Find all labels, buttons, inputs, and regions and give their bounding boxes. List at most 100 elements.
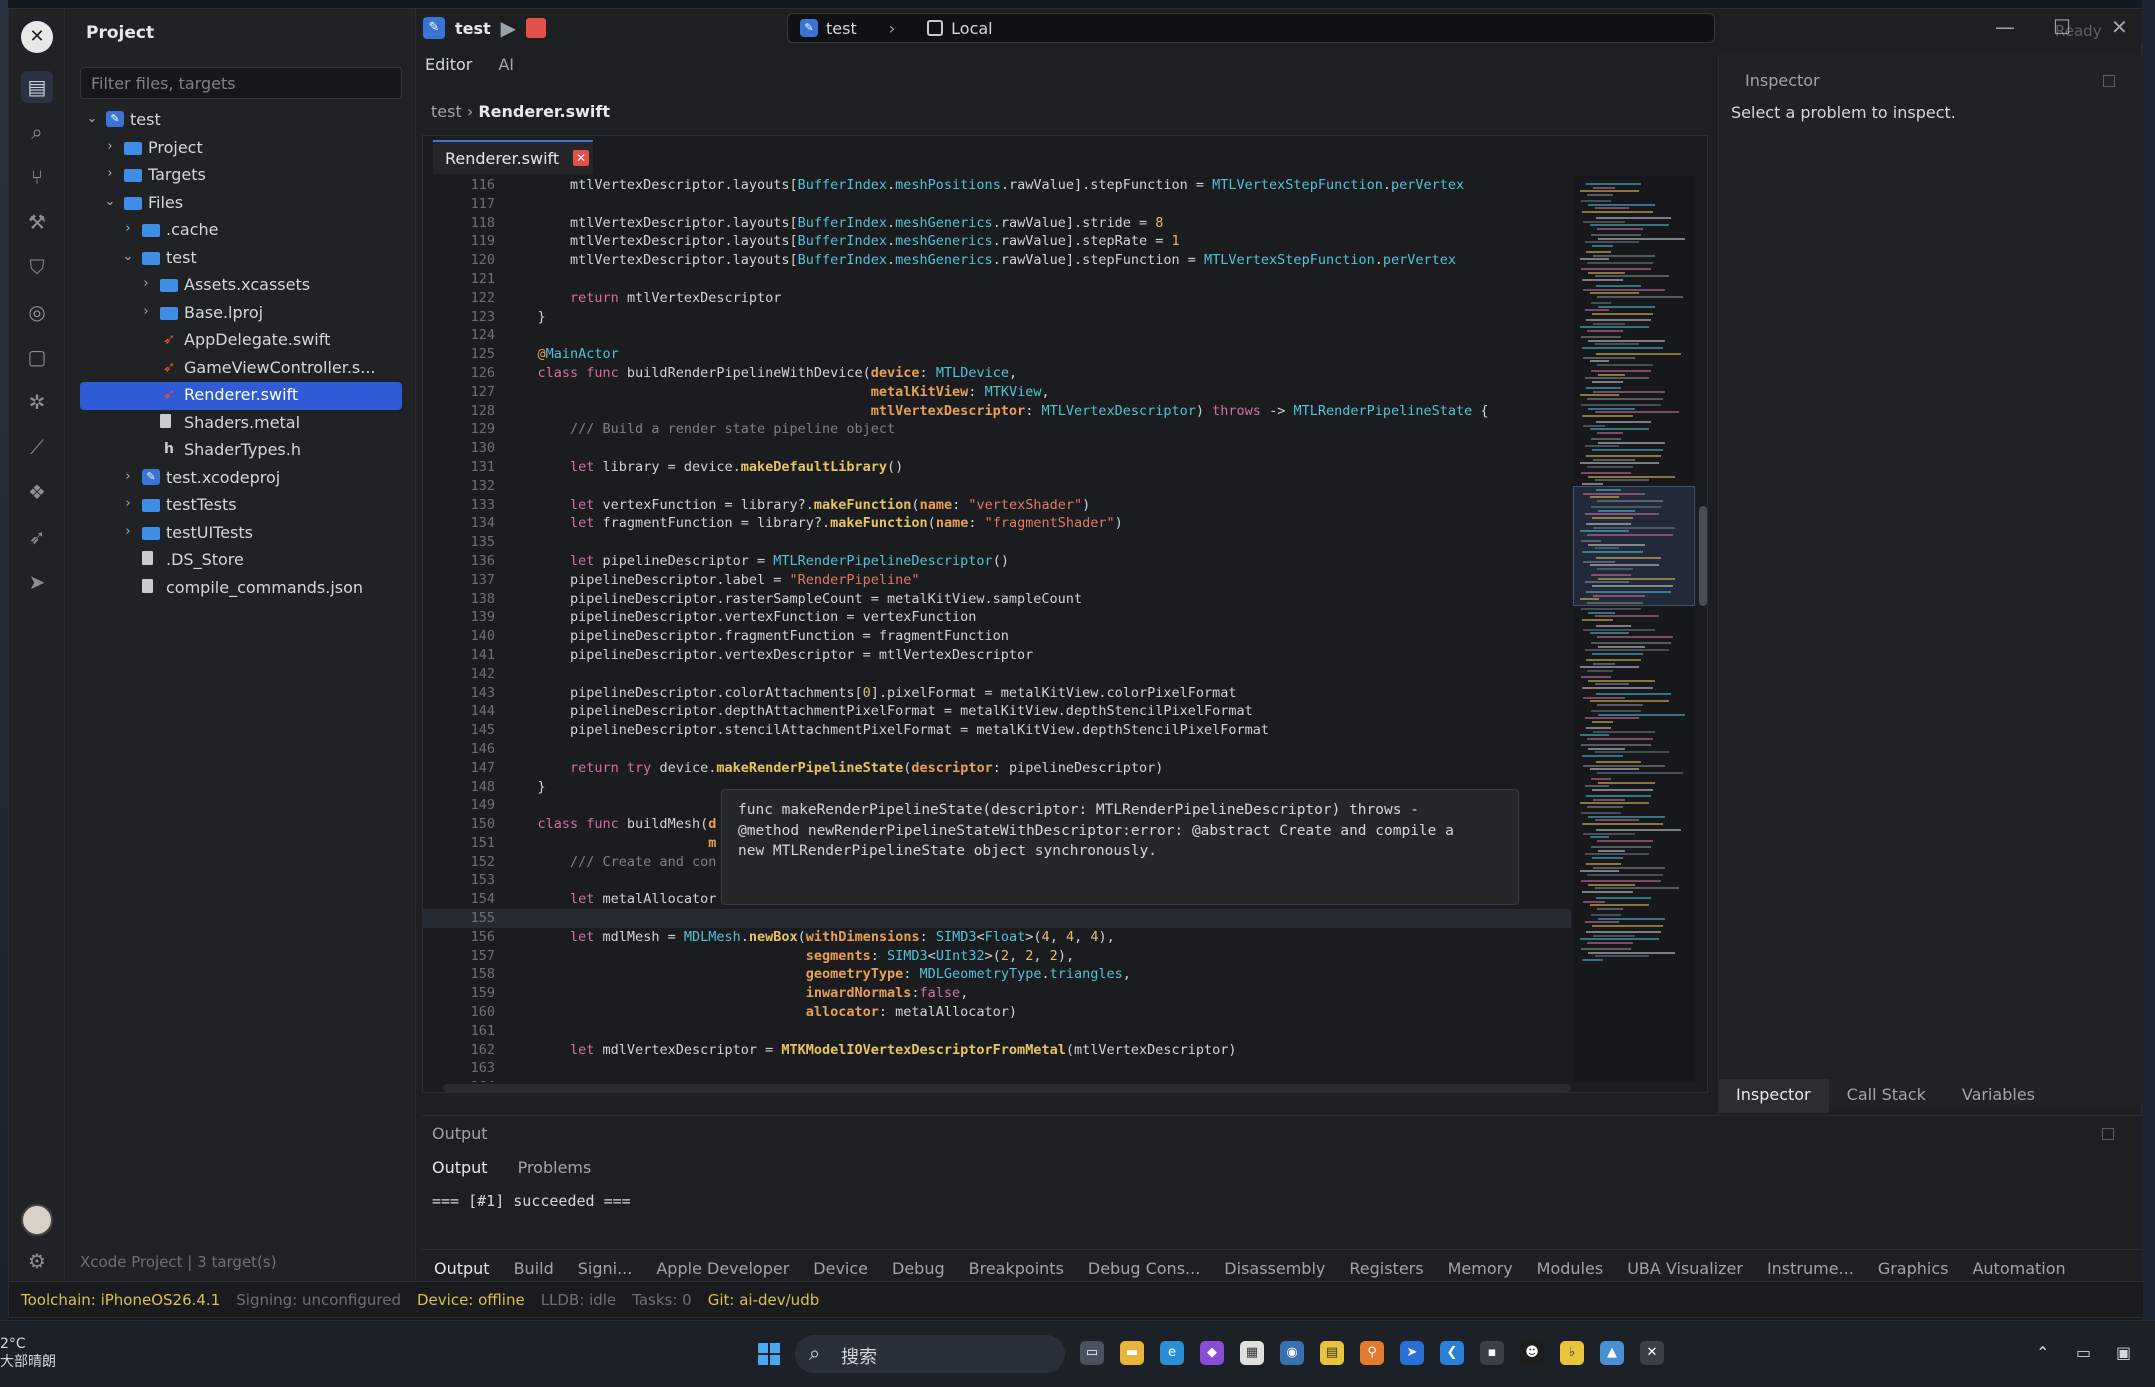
edge-browser-icon[interactable]: e — [1160, 1341, 1184, 1365]
code-line[interactable]: 138 pipelineDescriptor.rasterSampleCount… — [423, 590, 1571, 609]
tab-call-stack[interactable]: Call Stack — [1829, 1079, 1944, 1113]
gear-icon[interactable]: ⚙ — [21, 1249, 53, 1279]
breadcrumb-file[interactable]: Renderer.swift — [478, 102, 610, 121]
code-line[interactable]: 126 class func buildRenderPipelineWithDe… — [423, 364, 1571, 383]
tree-item[interactable]: › ✎ test.xcodeproj — [66, 465, 416, 493]
stop-button[interactable] — [526, 18, 547, 38]
chevron-down-icon[interactable]: ⌄ — [84, 111, 100, 126]
code-line[interactable]: 160 allocator: metalAllocator) — [423, 1003, 1571, 1022]
tree-item[interactable]: › Project — [66, 135, 416, 163]
bottom-tab-debug-cons[interactable]: Debug Cons... — [1076, 1250, 1212, 1285]
packages-icon[interactable]: ❖ — [21, 476, 53, 508]
tab-inspector[interactable]: Inspector — [1718, 1079, 1829, 1113]
bottom-tab-modules[interactable]: Modules — [1525, 1250, 1616, 1285]
collapse-panel-icon[interactable] — [2103, 75, 2115, 87]
code-line[interactable]: 116 mtlVertexDescriptor.layouts[BufferIn… — [423, 176, 1571, 195]
filter-input[interactable]: Filter files, targets — [80, 67, 402, 99]
code-line[interactable]: 158 geometryType: MDLGeometryType.triang… — [423, 965, 1571, 984]
code-line[interactable]: 118 mtlVertexDescriptor.layouts[BufferIn… — [423, 214, 1571, 233]
collapse-output-icon[interactable] — [2102, 1128, 2114, 1140]
tree-item[interactable]: › Assets.xcassets — [66, 272, 416, 300]
code-line[interactable]: 132 — [423, 477, 1571, 496]
bottom-tab-device[interactable]: Device — [801, 1250, 880, 1285]
run-destination-bar[interactable]: ✎ test › Local — [787, 13, 1715, 43]
bottom-tab-apple-developer[interactable]: Apple Developer — [644, 1250, 801, 1285]
tree-item[interactable]: › testUITests — [66, 520, 416, 548]
scrollbar-thumb[interactable] — [1699, 506, 1707, 606]
bottom-tab-memory[interactable]: Memory — [1436, 1250, 1525, 1285]
taskbar-search[interactable]: ⌕ 搜索 — [795, 1335, 1065, 1373]
code-line[interactable]: 128 mtlVertexDescriptor: MTLVertexDescri… — [423, 402, 1571, 421]
bottom-tab-automation[interactable]: Automation — [1960, 1250, 2077, 1285]
chevron-right-icon[interactable]: › — [102, 139, 118, 154]
source-control-icon[interactable]: ⑂ — [21, 161, 53, 193]
chevron-right-icon[interactable]: › — [120, 496, 136, 511]
code-line[interactable]: 159 inwardNormals:false, — [423, 984, 1571, 1003]
tree-item[interactable]: ➶ AppDelegate.swift — [66, 327, 416, 355]
store-icon[interactable]: ▦ — [1240, 1341, 1264, 1365]
code-line[interactable]: 141 pipelineDescriptor.vertexDescriptor … — [423, 646, 1571, 665]
chevron-right-icon[interactable]: › — [120, 469, 136, 484]
tab-editor[interactable]: Editor — [425, 55, 472, 74]
tree-item[interactable]: Shaders.metal — [66, 410, 416, 438]
horizontal-scrollbar[interactable] — [443, 1084, 1571, 1092]
tree-item[interactable]: h ShaderTypes.h — [66, 437, 416, 465]
tree-item[interactable]: › testTests — [66, 492, 416, 520]
build-icon[interactable]: ⚒ — [21, 206, 53, 238]
code-line[interactable]: 137 pipelineDescriptor.label = "RenderPi… — [423, 571, 1571, 590]
code-line[interactable]: 129 /// Build a render state pipeline ob… — [423, 420, 1571, 439]
bottom-tab-graphics[interactable]: Graphics — [1866, 1250, 1961, 1285]
file-explorer-icon[interactable]: ▬ — [1120, 1341, 1144, 1365]
chevron-right-icon[interactable]: › — [120, 221, 136, 236]
code-line[interactable]: 161 — [423, 1022, 1571, 1041]
code-line[interactable]: 127 metalKitView: MTKView, — [423, 383, 1571, 402]
tree-item[interactable]: › Base.lproj — [66, 300, 416, 328]
code-line[interactable]: 157 segments: SIMD3<UInt32>(2, 2, 2), — [423, 947, 1571, 966]
chat-app-icon[interactable]: ☻ — [1520, 1341, 1544, 1365]
bottom-tab-registers[interactable]: Registers — [1337, 1250, 1435, 1285]
code-line[interactable]: 135 — [423, 533, 1571, 552]
windows-start-icon[interactable] — [758, 1343, 780, 1365]
search-tool-icon[interactable]: ⚲ — [1360, 1341, 1384, 1365]
run-button[interactable]: ▶ — [501, 16, 516, 40]
chart-icon[interactable]: ⟋ — [21, 431, 53, 463]
code-line[interactable]: 145 pipelineDescriptor.stencilAttachment… — [423, 721, 1571, 740]
signing-status[interactable]: Signing: unconfigured — [236, 1291, 401, 1309]
code-editor[interactable]: 116 mtlVertexDescriptor.layouts[BufferIn… — [423, 176, 1571, 1082]
tree-item[interactable]: .DS_Store — [66, 547, 416, 575]
app-arrow-icon[interactable]: ➤ — [1400, 1341, 1424, 1365]
code-line[interactable]: 134 let fragmentFunction = library?.make… — [423, 514, 1571, 533]
tree-item[interactable]: ⌄ Files — [66, 190, 416, 218]
code-line[interactable]: 120 mtlVertexDescriptor.layouts[BufferIn… — [423, 251, 1571, 270]
code-line[interactable]: 140 pipelineDescriptor.fragmentFunction … — [423, 627, 1571, 646]
square-icon[interactable]: ▢ — [21, 341, 53, 373]
tree-item[interactable]: compile_commands.json — [66, 575, 416, 603]
code-line[interactable]: 164 — [423, 1078, 1571, 1082]
chevron-right-icon[interactable]: › — [120, 524, 136, 539]
notes-icon[interactable]: ▤ — [1320, 1341, 1344, 1365]
chevron-down-icon[interactable]: ⌄ — [120, 249, 136, 264]
scheme-selector[interactable]: ✎ test ▶ — [423, 16, 547, 40]
tray-display-icon[interactable]: ▭ — [2076, 1343, 2091, 1362]
tree-item[interactable]: ➶ Renderer.swift — [80, 382, 402, 410]
code-line[interactable]: 144 pipelineDescriptor.depthAttachmentPi… — [423, 702, 1571, 721]
vscode-icon[interactable]: ❮ — [1440, 1341, 1464, 1365]
tray-chevron-up-icon[interactable]: ⌃ — [2036, 1343, 2049, 1362]
code-line[interactable]: 139 pipelineDescriptor.vertexFunction = … — [423, 608, 1571, 627]
code-line[interactable]: 147 return try device.makeRenderPipeline… — [423, 759, 1571, 778]
tab-ai[interactable]: AI — [498, 55, 514, 74]
code-line[interactable]: 156 let mdlMesh = MDLMesh.newBox(withDim… — [423, 928, 1571, 947]
chevron-down-icon[interactable]: ⌄ — [102, 194, 118, 209]
chevron-right-icon[interactable]: › — [138, 304, 154, 319]
code-line[interactable]: 146 — [423, 740, 1571, 759]
code-line[interactable]: 123 } — [423, 308, 1571, 327]
task-view-icon[interactable]: ▭ — [1080, 1341, 1104, 1365]
bottom-tab-breakpoints[interactable]: Breakpoints — [957, 1250, 1076, 1285]
tab-output[interactable]: Output — [432, 1158, 488, 1177]
shield-icon[interactable]: ⛉ — [21, 251, 53, 283]
code-line[interactable]: 162 let mdlVertexDescriptor = MTKModelIO… — [423, 1041, 1571, 1060]
code-line[interactable]: 133 let vertexFunction = library?.makeFu… — [423, 496, 1571, 515]
code-line[interactable]: 142 — [423, 665, 1571, 684]
breadcrumb-root[interactable]: test — [431, 102, 462, 121]
code-line[interactable]: 121 — [423, 270, 1571, 289]
